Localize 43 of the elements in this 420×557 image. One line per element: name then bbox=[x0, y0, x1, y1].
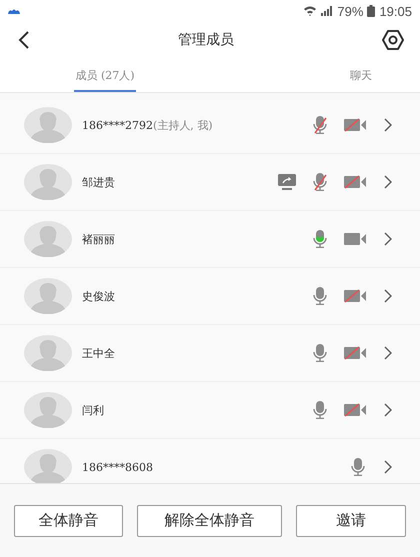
tab[interactable]: 成员 (27人) bbox=[74, 58, 136, 92]
avatar-icon bbox=[24, 164, 72, 200]
battery-icon bbox=[367, 5, 376, 17]
chevron-right-icon bbox=[384, 460, 392, 474]
details-button[interactable] bbox=[382, 401, 394, 419]
member-name: 史俊波 bbox=[82, 288, 115, 304]
chevron-right-icon bbox=[384, 232, 392, 246]
settings-icon bbox=[382, 30, 404, 50]
chevron-right-icon bbox=[384, 175, 392, 189]
action-button[interactable]: 全体静音 bbox=[14, 504, 123, 536]
member-name: 186****2792 bbox=[82, 118, 153, 132]
avatar-icon bbox=[24, 278, 72, 314]
member-name: 邹进贵 bbox=[82, 174, 115, 190]
details-button[interactable] bbox=[382, 287, 394, 305]
details-button[interactable] bbox=[382, 116, 394, 134]
clock-time: 19:05 bbox=[379, 4, 412, 18]
tab[interactable]: 聊天 bbox=[302, 58, 420, 92]
member-name: 闫利 bbox=[82, 402, 104, 418]
avatar-icon bbox=[24, 392, 72, 428]
wifi-icon bbox=[303, 6, 318, 16]
avatar-icon bbox=[24, 335, 72, 371]
chevron-right-icon bbox=[384, 289, 392, 303]
settings-button[interactable] bbox=[380, 28, 406, 52]
member-name: 186****8608 bbox=[82, 460, 153, 474]
chevron-right-icon bbox=[384, 403, 392, 417]
chevron-right-icon bbox=[384, 118, 392, 132]
member-role: (主持人, 我) bbox=[153, 118, 213, 132]
screen-title: 管理成员 bbox=[178, 31, 234, 49]
back-icon bbox=[18, 31, 30, 49]
details-button[interactable] bbox=[382, 173, 394, 191]
action-button[interactable]: 邀请 bbox=[296, 504, 406, 536]
signal-icon bbox=[321, 6, 334, 16]
details-button[interactable] bbox=[382, 344, 394, 362]
battery-percent: 79% bbox=[337, 4, 364, 18]
action-button[interactable]: 解除全体静音 bbox=[137, 504, 282, 536]
chevron-right-icon bbox=[384, 346, 392, 360]
member-name: 王中全 bbox=[82, 346, 115, 360]
details-button[interactable] bbox=[382, 458, 394, 476]
avatar-icon bbox=[24, 107, 72, 143]
avatar-icon bbox=[24, 221, 72, 257]
member-name: 褚丽丽 bbox=[82, 232, 115, 246]
cloud-icon bbox=[8, 8, 20, 14]
details-button[interactable] bbox=[382, 230, 394, 248]
